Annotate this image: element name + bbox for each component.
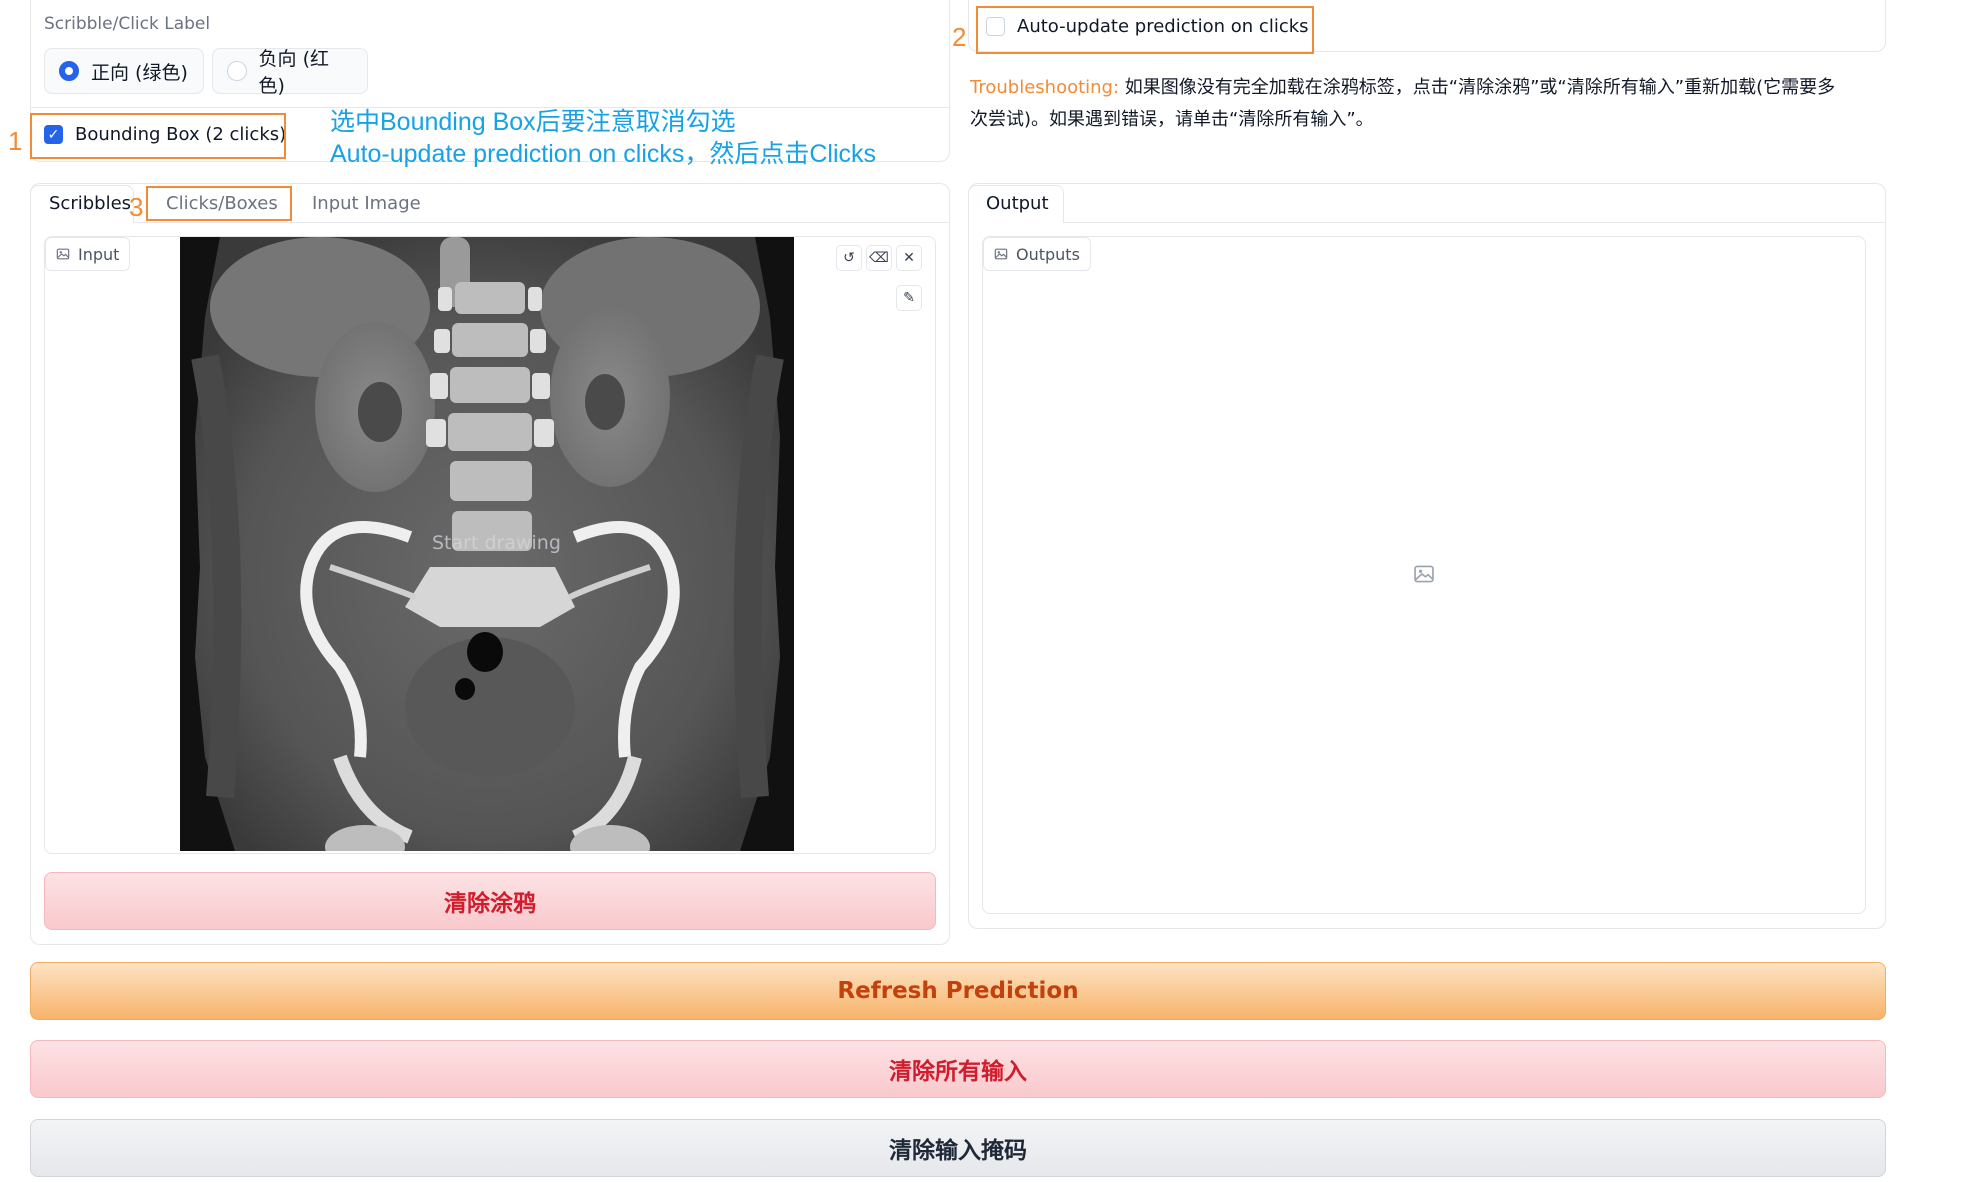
annotation-box-2 [976,6,1314,54]
input-chip: Input [45,237,131,271]
undo-button[interactable]: ↺ [836,245,862,271]
troubleshooting-line2: 次尝试)。如果遇到错误，请单击“清除所有输入”。 [970,109,1374,130]
annotation-number-1: 1 [8,126,23,156]
outputs-chip: Outputs [983,237,1091,271]
undo-icon: ↺ [843,250,855,266]
brush-button[interactable]: ✎ [896,285,922,311]
annotation-text: 选中Bounding Box后要注意取消勾选 Auto-update predi… [330,106,876,170]
radio-negative-dot[interactable] [227,61,247,81]
input-tab-line [30,222,950,223]
label-section-title: Scribble/Click Label [44,14,211,34]
annotation-box-3 [146,186,292,221]
troubleshooting-prefix: Troubleshooting: [970,77,1120,98]
annotation-number-3: 3 [129,192,144,222]
input-chip-label: Input [78,244,120,264]
radio-positive[interactable]: 正向 (绿色) [44,48,204,94]
canvas-placeholder: Start drawing [432,532,561,554]
clear-all-inputs-button[interactable]: 清除所有输入 [30,1040,1886,1098]
image-icon [56,248,70,260]
annotation-box-1 [30,113,286,159]
troubleshooting-text: Troubleshooting: 如果图像没有完全加载在涂鸦标签，点击“清除涂鸦… [970,72,1900,136]
radio-positive-dot[interactable] [59,61,79,81]
annotation-text-line2: Auto-update prediction on clicks，然后点击Cli… [330,140,877,168]
annotation-text-line1: 选中Bounding Box后要注意取消勾选 [330,108,736,136]
radio-negative[interactable]: 负向 (红色) [212,48,368,97]
clear-input-mask-button[interactable]: 清除输入掩码 [30,1119,1886,1177]
tab-output[interactable]: Output [986,193,1049,214]
close-icon: ✕ [903,250,915,266]
image-icon [994,248,1008,260]
annotation-number-2: 2 [952,22,967,52]
brush-icon: ✎ [903,290,915,306]
radio-negative-label: 负向 (红色) [258,48,329,97]
refresh-prediction-button[interactable]: Refresh Prediction [30,962,1886,1020]
eraser-icon: ⌫ [869,250,889,266]
output-tab-line [968,222,1886,223]
outputs-chip-label: Outputs [1016,244,1080,264]
radio-positive-label: 正向 (绿色) [91,61,188,84]
clear-scribbles-button[interactable]: 清除涂鸦 [44,872,936,930]
close-button[interactable]: ✕ [896,245,922,271]
image-placeholder-icon [1414,565,1434,583]
troubleshooting-line1: 如果图像没有完全加载在涂鸦标签，点击“清除涂鸦”或“清除所有输入”重新加载(它需… [1119,77,1836,98]
tab-scribbles[interactable]: Scribbles [49,193,131,214]
eraser-button[interactable]: ⌫ [866,245,892,271]
tab-input-image[interactable]: Input Image [312,193,421,214]
